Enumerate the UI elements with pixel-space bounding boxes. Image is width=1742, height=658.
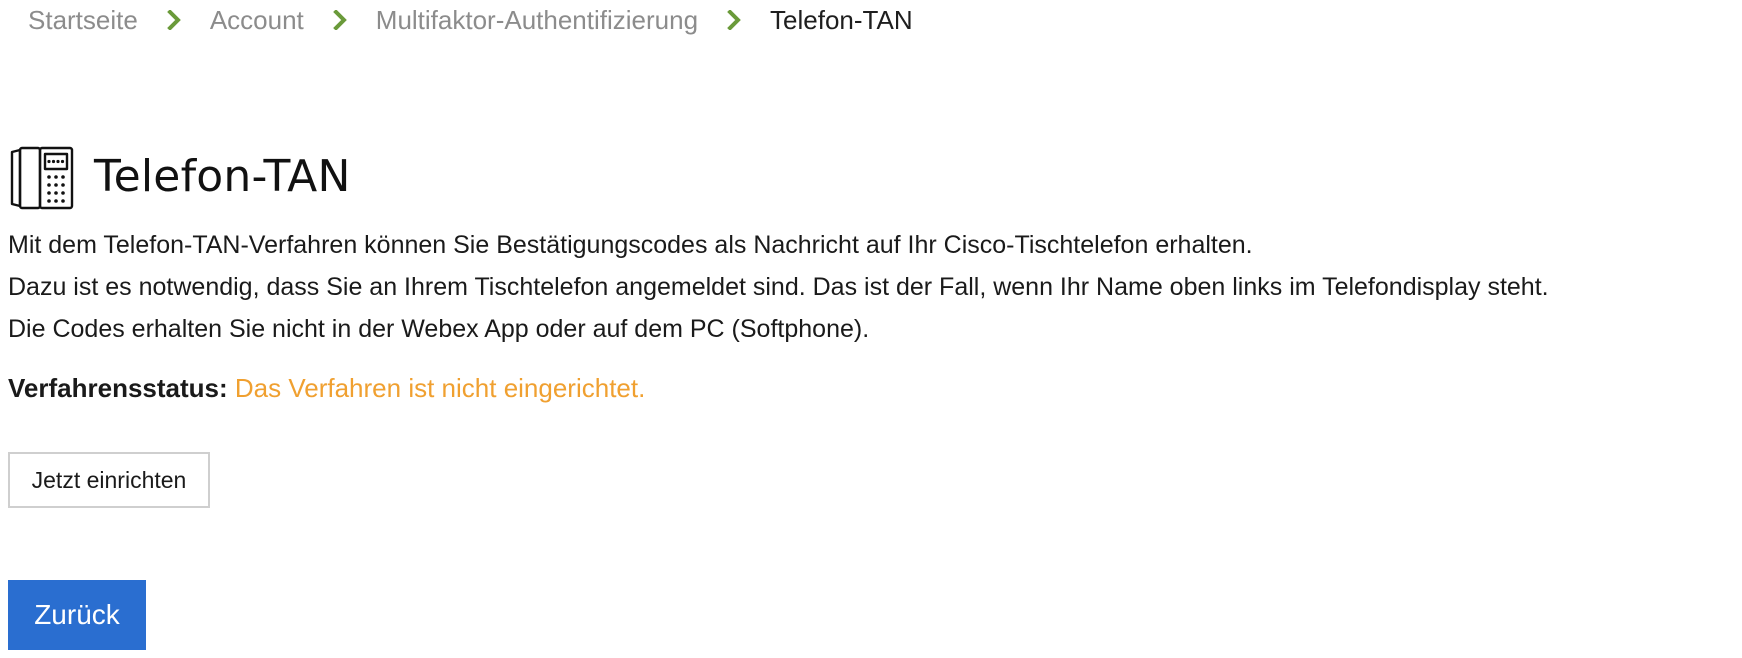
- breadcrumb-current: Telefon-TAN: [770, 4, 913, 35]
- breadcrumb-link-account[interactable]: Account: [210, 5, 304, 36]
- page-header: Telefon-TAN: [8, 140, 351, 212]
- chevron-right-icon: [138, 2, 210, 38]
- breadcrumb: Startseite Account Multifaktor-Authentif…: [28, 2, 913, 38]
- status-value: Das Verfahren ist nicht eingerichtet.: [234, 373, 646, 403]
- breadcrumb-link-home[interactable]: Startseite: [28, 5, 138, 36]
- description: Mit dem Telefon-TAN-Verfahren können Sie…: [8, 224, 1549, 350]
- setup-button[interactable]: Jetzt einrichten: [8, 452, 210, 508]
- breadcrumb-link-mfa[interactable]: Multifaktor-Authentifizierung: [376, 5, 698, 36]
- page-title: Telefon-TAN: [94, 150, 351, 202]
- status-row: Verfahrensstatus: Das Verfahren ist nich…: [8, 370, 645, 406]
- back-button[interactable]: Zurück: [8, 580, 146, 650]
- chevron-right-icon: [304, 2, 376, 38]
- description-line: Die Codes erhalten Sie nicht in der Webe…: [8, 315, 870, 343]
- desk-phone-icon: [10, 146, 74, 210]
- chevron-right-icon: [698, 2, 770, 38]
- status-label: Verfahrensstatus:: [8, 373, 228, 403]
- description-line: Dazu ist es notwendig, dass Sie an Ihrem…: [8, 273, 1549, 301]
- description-line: Mit dem Telefon-TAN-Verfahren können Sie…: [8, 231, 1253, 259]
